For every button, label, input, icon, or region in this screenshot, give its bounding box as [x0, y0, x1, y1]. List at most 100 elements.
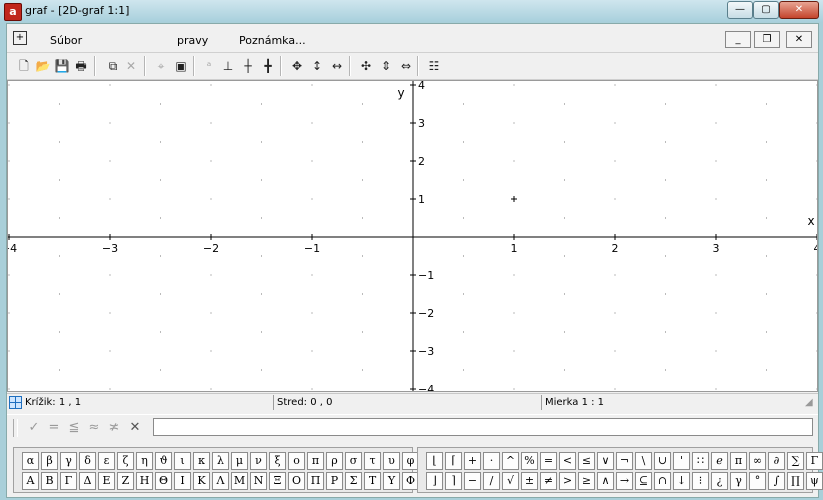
greek-symbol-button[interactable]: Λ — [212, 472, 229, 490]
math-symbol-button[interactable]: > — [559, 472, 576, 490]
greek-symbol-button[interactable]: Π — [307, 472, 324, 490]
math-symbol-button[interactable]: ⌈ — [445, 452, 462, 470]
math-symbol-button[interactable]: ∂ — [768, 452, 785, 470]
menu-poznamka[interactable]: Poznámka... — [239, 34, 306, 47]
app-icon[interactable]: a — [4, 3, 22, 21]
greek-symbol-button[interactable]: β — [41, 452, 58, 470]
document-minimize-button[interactable]: _ — [725, 31, 751, 48]
zoom-horizontal-icon[interactable]: ⇔ — [397, 57, 415, 75]
greek-symbol-button[interactable]: Ξ — [269, 472, 286, 490]
math-symbol-button[interactable]: + — [464, 452, 481, 470]
greek-symbol-button[interactable]: Ο — [288, 472, 305, 490]
document-system-menu-icon[interactable]: + — [13, 31, 27, 45]
greek-symbol-button[interactable]: υ — [383, 452, 400, 470]
greek-symbol-button[interactable]: λ — [212, 452, 229, 470]
print-icon[interactable]: 🖶 — [72, 57, 90, 75]
math-symbol-button[interactable]: ^ — [502, 452, 519, 470]
minimize-window-button[interactable]: — — [727, 1, 753, 19]
document-restore-button[interactable]: ❐ — [754, 31, 780, 48]
math-symbol-button[interactable]: ∞ — [749, 452, 766, 470]
greek-symbol-button[interactable]: Σ — [345, 472, 362, 490]
greek-symbol-button[interactable]: Τ — [364, 472, 381, 490]
approx-icon[interactable]: ≈ — [86, 419, 102, 436]
save-icon[interactable]: 💾 — [53, 57, 71, 75]
math-symbol-button[interactable]: ∫ — [768, 472, 785, 490]
greek-symbol-button[interactable]: π — [307, 452, 324, 470]
greek-symbol-button[interactable]: γ — [60, 452, 77, 470]
settings-icon[interactable]: ☷ — [425, 57, 443, 75]
math-symbol-button[interactable]: ∩ — [654, 472, 671, 490]
greek-symbol-button[interactable]: κ — [193, 452, 210, 470]
greek-symbol-button[interactable]: Ρ — [326, 472, 343, 490]
math-symbol-button[interactable]: ∑ — [787, 452, 804, 470]
greek-symbol-button[interactable]: τ — [364, 452, 381, 470]
math-symbol-button[interactable]: < — [559, 452, 576, 470]
greek-symbol-button[interactable]: μ — [231, 452, 248, 470]
resize-grip-icon[interactable]: ◢ — [805, 396, 813, 409]
confirm-icon[interactable]: ✓ — [26, 419, 42, 436]
open-folder-icon[interactable]: 📂 — [34, 57, 52, 75]
grid-icon[interactable] — [9, 396, 22, 409]
math-symbol-button[interactable]: ≥ — [578, 472, 595, 490]
greek-symbol-button[interactable]: η — [136, 452, 153, 470]
new-file-icon[interactable]: 🗋 — [15, 57, 33, 75]
math-symbol-button[interactable]: ∨ — [597, 452, 614, 470]
move-vertical-icon[interactable]: ↕ — [308, 57, 326, 75]
math-symbol-button[interactable]: ∪ — [654, 452, 671, 470]
greek-symbol-button[interactable]: ι — [174, 452, 191, 470]
math-symbol-button[interactable]: ± — [521, 472, 538, 490]
math-symbol-button[interactable]: ∧ — [597, 472, 614, 490]
greek-symbol-button[interactable]: ν — [250, 452, 267, 470]
axis-label-icon[interactable]: ᵃ — [200, 57, 218, 75]
greek-symbol-button[interactable]: Α — [22, 472, 39, 490]
math-symbol-button[interactable]: ⌊ — [426, 452, 443, 470]
less-equal-icon[interactable]: ≦ — [66, 419, 82, 436]
title-bar[interactable]: a graf - [2D-graf 1:1] — ▢ ✕ — [0, 0, 823, 22]
greek-symbol-button[interactable]: Μ — [231, 472, 248, 490]
math-symbol-button[interactable]: · — [483, 452, 500, 470]
move-all-icon[interactable]: ✥ — [288, 57, 306, 75]
not-approx-icon[interactable]: ≭ — [106, 419, 122, 436]
axes-corner-icon[interactable]: ⊥ — [219, 57, 237, 75]
move-horizontal-icon[interactable]: ↔ — [328, 57, 346, 75]
math-symbol-button[interactable]: ¬ — [616, 452, 633, 470]
greek-symbol-button[interactable]: σ — [345, 452, 362, 470]
greek-symbol-button[interactable]: Δ — [79, 472, 96, 490]
greek-symbol-button[interactable]: Γ — [60, 472, 77, 490]
greek-symbol-button[interactable]: ξ — [269, 452, 286, 470]
greek-symbol-button[interactable]: ζ — [117, 452, 134, 470]
graph-svg[interactable]: −4 −3 −2 −1 1 2 3 4 4 3 2 1 −1 −2 −3 −4 x y — [8, 81, 817, 391]
close-window-button[interactable]: ✕ — [779, 1, 819, 19]
math-symbol-button[interactable]: ⁝ — [692, 472, 709, 490]
math-symbol-button[interactable]: ∷ — [692, 452, 709, 470]
axes-cross-icon[interactable]: ┼ — [239, 57, 257, 75]
math-symbol-button[interactable]: ⌉ — [445, 472, 462, 490]
math-symbol-button[interactable]: ↓ — [673, 472, 690, 490]
math-symbol-button[interactable]: \ — [635, 452, 652, 470]
note-icon[interactable]: ▣ — [172, 57, 190, 75]
math-symbol-button[interactable]: − — [464, 472, 481, 490]
maximize-window-button[interactable]: ▢ — [753, 1, 779, 19]
math-symbol-button[interactable]: γ — [730, 472, 747, 490]
math-symbol-button[interactable]: π — [730, 452, 747, 470]
grip-handle[interactable] — [13, 419, 18, 437]
math-symbol-button[interactable]: ¿ — [711, 472, 728, 490]
math-symbol-button[interactable]: / — [483, 472, 500, 490]
greek-symbol-button[interactable]: Ε — [98, 472, 115, 490]
math-symbol-button[interactable]: ψ — [806, 472, 823, 490]
math-symbol-button[interactable]: ℯ — [711, 452, 728, 470]
math-symbol-button[interactable]: ' — [673, 452, 690, 470]
greek-symbol-button[interactable]: Θ — [155, 472, 172, 490]
math-symbol-button[interactable]: % — [521, 452, 538, 470]
math-symbol-button[interactable]: ⊆ — [635, 472, 652, 490]
math-symbol-button[interactable]: ∏ — [787, 472, 804, 490]
delete-icon[interactable]: ✕ — [122, 57, 140, 75]
greek-symbol-button[interactable]: δ — [79, 452, 96, 470]
document-close-button[interactable]: ✕ — [786, 31, 812, 48]
zoom-in-icon[interactable]: ✣ — [357, 57, 375, 75]
math-symbol-button[interactable]: ° — [749, 472, 766, 490]
greek-symbol-button[interactable]: Β — [41, 472, 58, 490]
zoom-vertical-icon[interactable]: ⇕ — [377, 57, 395, 75]
equal-icon[interactable]: = — [46, 419, 62, 436]
greek-symbol-button[interactable]: Υ — [383, 472, 400, 490]
